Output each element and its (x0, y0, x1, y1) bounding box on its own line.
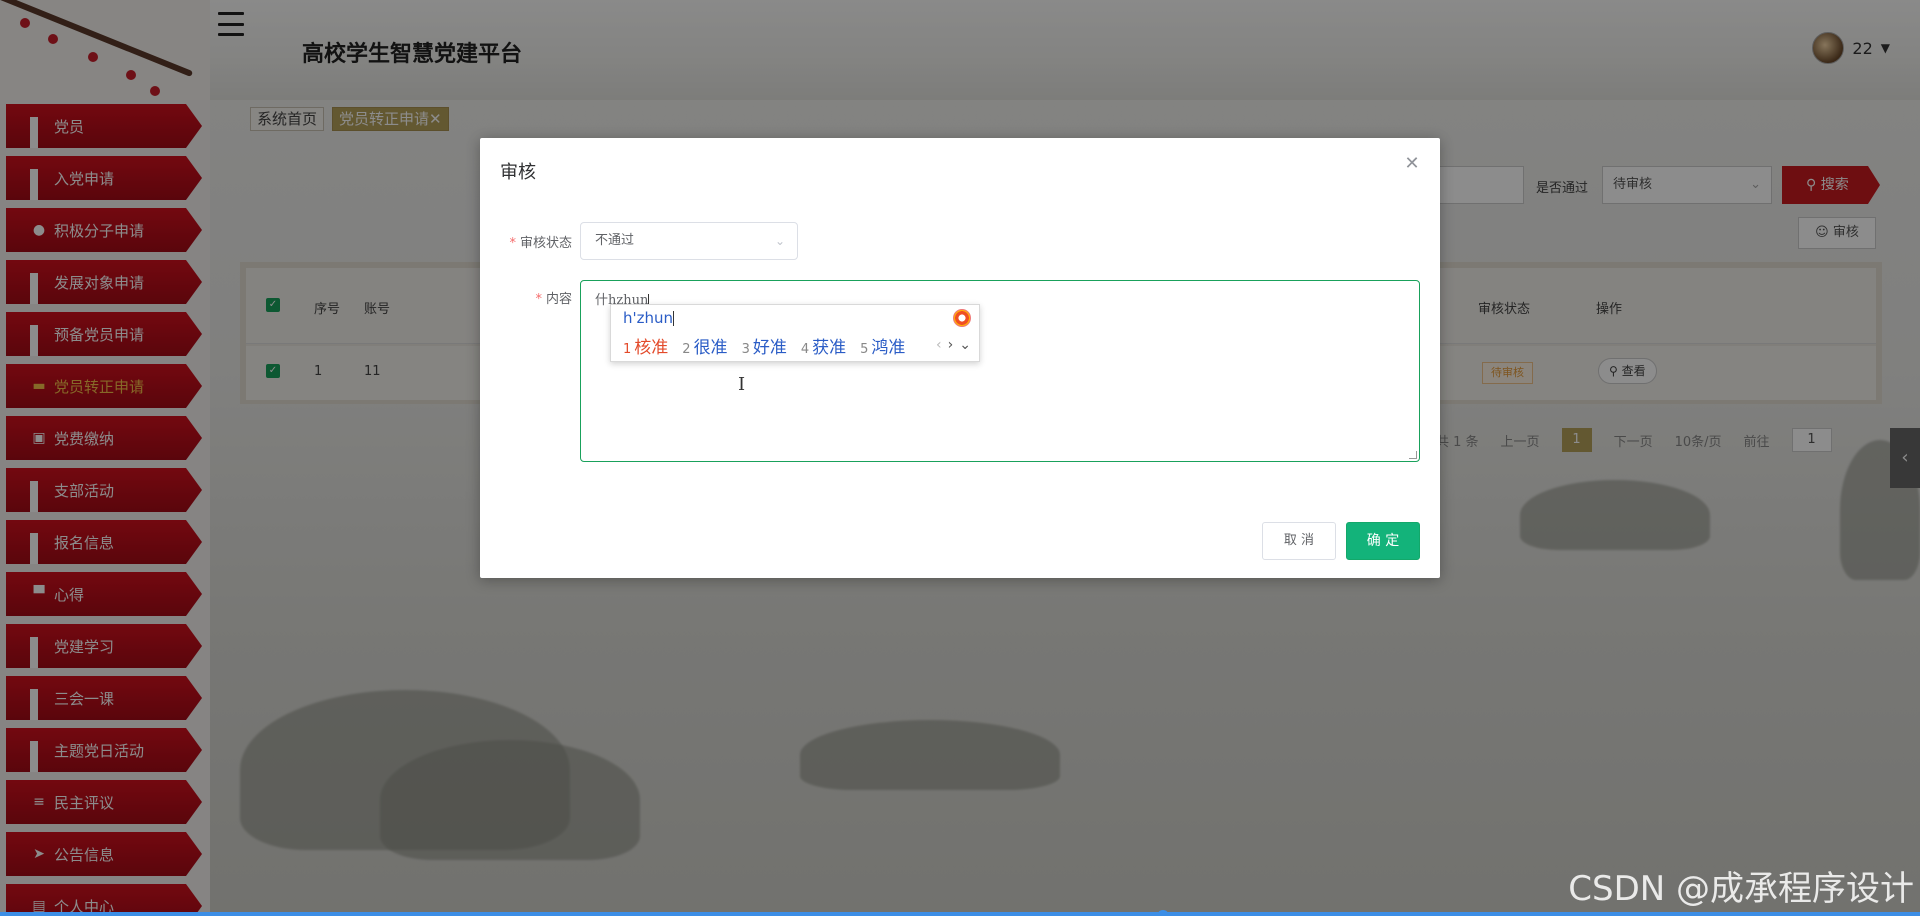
watermark: CSDN @成承程序设计 (1568, 869, 1914, 909)
resize-handle[interactable] (1409, 451, 1417, 459)
chevron-down-icon: ⌄ (774, 234, 785, 248)
close-icon[interactable]: ✕ (1404, 155, 1420, 173)
dialog-title: 审核 (500, 162, 536, 183)
chevron-left-icon[interactable]: ‹ (936, 337, 942, 353)
progress-bar (0, 912, 1920, 916)
status-select[interactable]: 不通过 ⌄ (580, 222, 798, 260)
content-label: * 内容 (535, 292, 572, 307)
cancel-button[interactable]: 取 消 (1262, 522, 1336, 560)
progress-handle[interactable] (1158, 910, 1168, 916)
ime-logo-icon[interactable] (953, 309, 971, 327)
ime-candidate-window: h'zhun 1 核准 2 很准 3 好准 4 获准 5 鸿准 ‹ › ⌄ (610, 304, 980, 362)
ime-candidate[interactable]: 3 好准 (742, 333, 787, 358)
ime-candidates: 1 核准 2 很准 3 好准 4 获准 5 鸿准 (623, 333, 905, 358)
ime-candidate[interactable]: 4 获准 (801, 333, 846, 358)
audit-dialog: 审核 ✕ * 审核状态 不通过 ⌄ * 内容 什hzhun h'zhun 1 核准 2… (480, 138, 1440, 578)
confirm-button[interactable]: 确 定 (1346, 522, 1420, 560)
status-select-value: 不通过 (595, 233, 635, 248)
ime-candidate[interactable]: 2 很准 (682, 333, 727, 358)
ime-page-nav: ‹ › ⌄ (936, 337, 971, 353)
chevron-right-icon[interactable]: › (948, 337, 954, 353)
ime-candidate[interactable]: 1 核准 (623, 333, 668, 358)
ime-composition: h'zhun (623, 309, 675, 327)
text-cursor-icon: I (738, 374, 746, 395)
status-label: * 审核状态 (509, 236, 572, 251)
ime-candidate[interactable]: 5 鸿准 (860, 333, 905, 358)
chevron-down-icon[interactable]: ⌄ (959, 337, 971, 353)
